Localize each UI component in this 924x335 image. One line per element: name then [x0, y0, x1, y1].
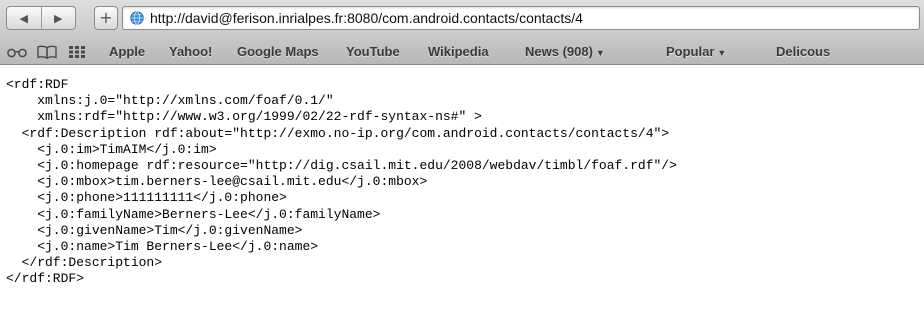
forward-arrow-icon: ▶ — [54, 11, 63, 25]
reading-glasses-icon[interactable] — [6, 44, 28, 60]
bookmark-label: YouTube — [346, 44, 400, 59]
plus-icon: + — [99, 8, 113, 27]
bookmark-youtube[interactable]: YouTube — [346, 44, 400, 59]
bookmark-label: Google Maps — [237, 44, 319, 59]
bookmark-wikipedia[interactable]: Wikipedia — [428, 44, 489, 59]
bookmark-label: Delicous — [776, 44, 831, 59]
browser-window: ◀ ▶ + http://david@ferison.inrialpes.fr:… — [0, 0, 924, 335]
globe-icon — [130, 11, 144, 25]
bookmark-label: Yahoo! — [169, 44, 213, 59]
code-line: <j.0:familyName>Berners-Lee</j.0:familyN… — [6, 206, 381, 222]
code-line: <j.0:mbox>tim.berners-lee@csail.mit.edu<… — [6, 174, 428, 190]
back-forward-group: ◀ ▶ — [6, 6, 76, 30]
code-line: <rdf:RDF — [6, 77, 69, 92]
code-line: <rdf:Description rdf:about="http://exmo.… — [6, 125, 670, 141]
bookmark-google-maps[interactable]: Google Maps — [237, 44, 319, 59]
bookmark-folder-popular[interactable]: Popular ▼ — [666, 44, 726, 59]
bookmark-folder-news[interactable]: News (908) ▼ — [525, 44, 605, 59]
bookmarks-book-icon[interactable] — [36, 44, 58, 60]
page-content: <rdf:RDF xmlns:j.0="http://xmlns.com/foa… — [0, 65, 924, 335]
code-line: xmlns:j.0="http://xmlns.com/foaf/0.1/" — [6, 93, 334, 109]
url-text: http://david@ferison.inrialpes.fr:8080/c… — [150, 10, 583, 26]
url-field[interactable]: http://david@ferison.inrialpes.fr:8080/c… — [122, 6, 920, 30]
code-line: <j.0:givenName>Tim</j.0:givenName> — [6, 222, 303, 238]
code-line: <j.0:homepage rdf:resource="http://dig.c… — [6, 157, 677, 173]
add-bookmark-button[interactable]: + — [94, 6, 118, 30]
chevron-down-icon: ▼ — [717, 48, 727, 58]
rdf-document: <rdf:RDF xmlns:j.0="http://xmlns.com/foa… — [6, 77, 677, 287]
code-line: <j.0:phone>111111111</j.0:phone> — [6, 190, 287, 206]
bookmark-delicious[interactable]: Delicous — [776, 44, 830, 59]
bookmark-label: Apple — [109, 44, 146, 59]
top-sites-grid-icon[interactable] — [68, 44, 86, 60]
back-arrow-icon: ◀ — [19, 11, 28, 25]
code-line: <j.0:im>TimAIM</j.0:im> — [6, 141, 217, 157]
address-toolbar: ◀ ▶ + http://david@ferison.inrialpes.fr:… — [0, 0, 924, 40]
code-line: <j.0:name>Tim Berners-Lee</j.0:name> — [6, 238, 319, 254]
bookmark-yahoo[interactable]: Yahoo! — [169, 44, 212, 59]
forward-button[interactable]: ▶ — [42, 7, 76, 29]
bookmark-label: Popular — [666, 44, 715, 59]
back-button[interactable]: ◀ — [7, 7, 42, 29]
bookmark-label: News (908) — [525, 44, 593, 59]
code-line: </rdf:RDF> — [6, 271, 85, 287]
bookmark-apple[interactable]: Apple — [109, 44, 145, 59]
code-line: </rdf:Description> — [6, 255, 163, 271]
bookmarks-bar: Apple Yahoo! Google Maps YouTube Wikiped… — [0, 40, 924, 65]
code-line: xmlns:rdf="http://www.w3.org/1999/02/22-… — [6, 109, 482, 125]
chevron-down-icon: ▼ — [595, 48, 605, 58]
bookmark-label: Wikipedia — [428, 44, 489, 59]
